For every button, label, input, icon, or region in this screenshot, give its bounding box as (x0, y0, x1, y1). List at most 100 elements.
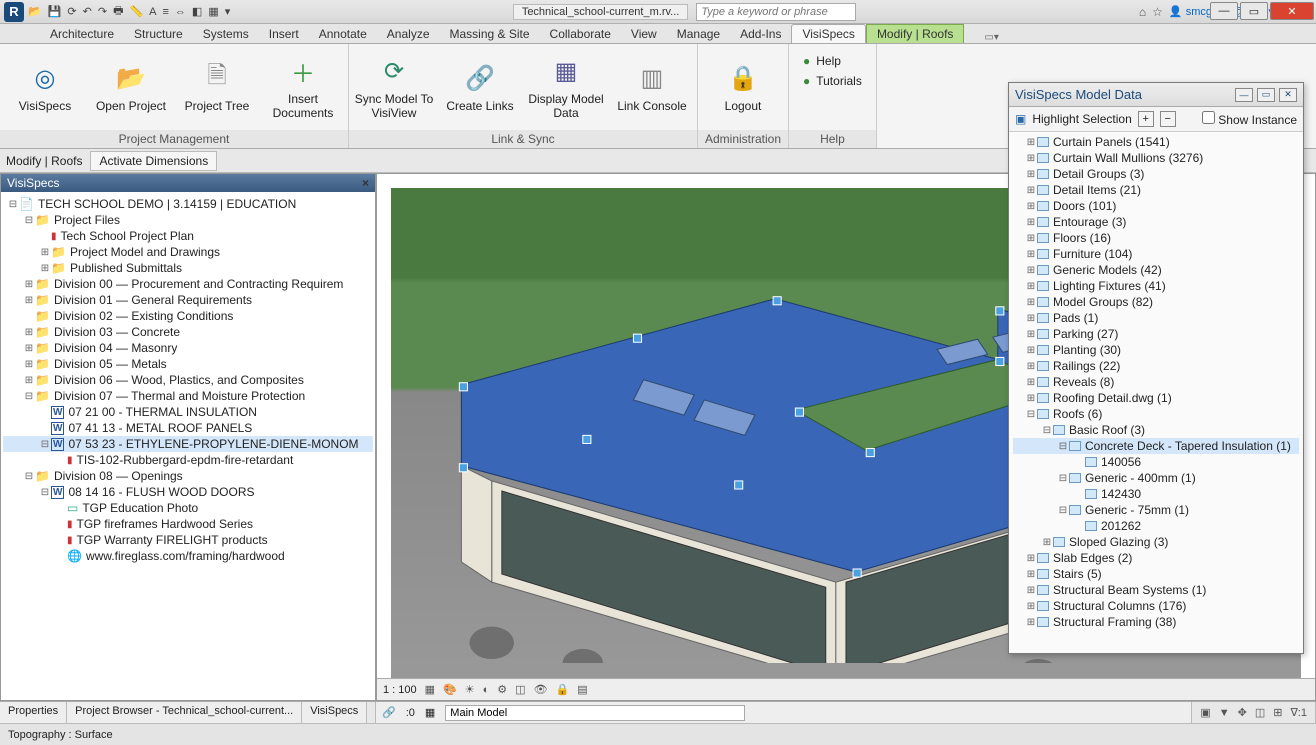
reveal-icon[interactable]: ▤ (577, 683, 587, 696)
tree-item[interactable]: ⊞📁Published Submittals (3, 260, 373, 276)
model-tree-item[interactable]: ⊞Doors (101) (1013, 198, 1299, 214)
ribbon-link-console[interactable]: ▥Link Console (609, 48, 695, 126)
tree-root[interactable]: ⊟📄 TECH SCHOOL DEMO | 3.14159 | EDUCATIO… (3, 196, 373, 212)
style-icon[interactable]: 🎨 (443, 683, 457, 696)
tree-item[interactable]: ⊞📁Division 05 — Metals (3, 356, 373, 372)
model-tree-item[interactable]: ⊞Planting (30) (1013, 342, 1299, 358)
model-tree-item[interactable]: ⊞Sloped Glazing (3) (1013, 534, 1299, 550)
model-tree-item[interactable]: ⊞Curtain Wall Mullions (3276) (1013, 150, 1299, 166)
menu-tab-manage[interactable]: Manage (667, 25, 730, 43)
model-tree-item[interactable]: ⊞Structural Beam Systems (1) (1013, 582, 1299, 598)
measure-icon[interactable]: 📏 (129, 5, 143, 18)
highlight-icon[interactable]: ▣ (1015, 112, 1026, 126)
model-data-tree[interactable]: ⊞Curtain Panels (1541)⊞Curtain Wall Mull… (1009, 132, 1303, 653)
ribbon-toggle-icon[interactable]: ▭▾ (984, 32, 998, 43)
model-tree-item[interactable]: ⊞Railings (22) (1013, 358, 1299, 374)
crop-icon[interactable]: ◫ (515, 683, 525, 696)
tree-item[interactable]: ⊞📁Division 06 — Wood, Plastics, and Comp… (3, 372, 373, 388)
ribbon-tutorials[interactable]: ● Tutorials (803, 74, 862, 88)
tree-item[interactable]: ⊟📁Division 07 — Thermal and Moisture Pro… (3, 388, 373, 404)
ribbon-create-links[interactable]: 🔗Create Links (437, 48, 523, 126)
ribbon-visispecs[interactable]: ◎VisiSpecs (2, 48, 88, 126)
ribbon-logout[interactable]: 🔒Logout (700, 48, 786, 126)
tree-item[interactable]: ⊟W08 14 16 - FLUSH WOOD DOORS (3, 484, 373, 500)
select-icon[interactable]: ▣ (1200, 706, 1210, 719)
text-icon[interactable]: A (149, 6, 156, 18)
tree-item[interactable]: W07 21 00 - THERMAL INSULATION (3, 404, 373, 420)
tree-item[interactable]: ▮TIS-102-Rubbergard-epdm-fire-retardant (3, 452, 373, 468)
sun-icon[interactable]: ☀ (465, 683, 475, 696)
model-tree-item[interactable]: 201262 (1013, 518, 1299, 534)
model-tree-item[interactable]: ⊞Reveals (8) (1013, 374, 1299, 390)
panel-min-button[interactable]: — (1235, 88, 1253, 102)
undo-icon[interactable]: ↶ (83, 5, 92, 18)
menu-tab-analyze[interactable]: Analyze (377, 25, 440, 43)
ribbon-insert-documents[interactable]: ＋Insert Documents (260, 48, 346, 126)
model-tree-item[interactable]: ⊟Basic Roof (3) (1013, 422, 1299, 438)
maximize-button[interactable]: ▭ (1240, 2, 1268, 20)
dimension-icon[interactable]: ⇔ (175, 6, 186, 18)
menu-tab-modify-roofs[interactable]: Modify | Roofs (866, 24, 964, 43)
model-tree-item[interactable]: 142430 (1013, 486, 1299, 502)
menu-tab-systems[interactable]: Systems (193, 25, 259, 43)
tree-item[interactable]: ⊟W07 53 23 - ETHYLENE-PROPYLENE-DIENE-MO… (3, 436, 373, 452)
tree-item[interactable]: ▮TGP fireframes Hardwood Series (3, 516, 373, 532)
menu-tab-view[interactable]: View (621, 25, 667, 43)
model-tree-item[interactable]: ⊟Concrete Deck - Tapered Insulation (1) (1013, 438, 1299, 454)
model-tree-item[interactable]: ⊞Slab Edges (2) (1013, 550, 1299, 566)
tree-item[interactable]: ▭TGP Education Photo (3, 500, 373, 516)
tree-item[interactable]: ⊞📁Division 01 — General Requirements (3, 292, 373, 308)
menu-tab-structure[interactable]: Structure (124, 25, 193, 43)
model-tree-item[interactable]: ⊞Curtain Panels (1541) (1013, 134, 1299, 150)
menu-tab-collaborate[interactable]: Collaborate (540, 25, 621, 43)
tree-item[interactable]: ⊞📁Division 03 — Concrete (3, 324, 373, 340)
apps-icon[interactable]: ⌂ (1139, 5, 1146, 19)
bottom-tab-properties[interactable]: Properties (0, 702, 67, 723)
model-tree-item[interactable]: ⊞Model Groups (82) (1013, 294, 1299, 310)
tree-item[interactable]: ⊞📁Division 04 — Masonry (3, 340, 373, 356)
panel-max-button[interactable]: ▭ (1257, 88, 1275, 102)
ribbon-open-project[interactable]: 📂Open Project (88, 48, 174, 126)
close-button[interactable]: ✕ (1270, 2, 1314, 20)
open-icon[interactable]: 📂 (28, 5, 42, 18)
ribbon-display-model-data[interactable]: ▦Display Model Data (523, 48, 609, 126)
shadow-icon[interactable]: ◐ (483, 684, 490, 696)
menu-tab-annotate[interactable]: Annotate (309, 25, 377, 43)
tree-item[interactable]: W07 41 13 - METAL ROOF PANELS (3, 420, 373, 436)
panel-close-icon[interactable]: × (362, 176, 369, 190)
link-icon[interactable]: 🔗 (382, 706, 396, 719)
project-tree[interactable]: ⊟📄 TECH SCHOOL DEMO | 3.14159 | EDUCATIO… (1, 192, 375, 700)
show-instance-checkbox[interactable] (1202, 111, 1215, 124)
favorite-icon[interactable]: ☆ (1152, 5, 1163, 19)
model-tree-item[interactable]: ⊞Generic Models (42) (1013, 262, 1299, 278)
save-icon[interactable]: 💾 (48, 5, 62, 18)
tree-item[interactable]: 📁Division 02 — Existing Conditions (3, 308, 373, 324)
model-tree-item[interactable]: ⊟Generic - 400mm (1) (1013, 470, 1299, 486)
sync-icon[interactable]: ⟳ (67, 5, 76, 18)
tree-item[interactable]: ⊟📁Division 08 — Openings (3, 468, 373, 484)
model-tree-item[interactable]: ⊞Detail Groups (3) (1013, 166, 1299, 182)
model-tree-item[interactable]: ⊞Entourage (3) (1013, 214, 1299, 230)
collapse-all-button[interactable]: − (1160, 111, 1176, 127)
section-icon[interactable]: ▦ (208, 5, 218, 18)
ribbon-project-tree[interactable]: 🗎Project Tree (174, 48, 260, 126)
tree-item[interactable]: ▮TGP Warranty FIRELIGHT products (3, 532, 373, 548)
tree-item[interactable]: ▮Tech School Project Plan (3, 228, 373, 244)
tree-item[interactable]: ⊞📁Project Model and Drawings (3, 244, 373, 260)
model-tree-item[interactable]: ⊟Roofs (6) (1013, 406, 1299, 422)
panel-close-button[interactable]: ✕ (1279, 88, 1297, 102)
ribbon-sync-model-to-visiview[interactable]: ⟳Sync Model To VisiView (351, 48, 437, 126)
filter-icon[interactable]: ▼ (1219, 707, 1230, 719)
bottom-tab-visispecs[interactable]: VisiSpecs (302, 702, 367, 723)
model-tree-item[interactable]: ⊞Roofing Detail.dwg (1) (1013, 390, 1299, 406)
model-tree-item[interactable]: 140056 (1013, 454, 1299, 470)
expand-all-button[interactable]: + (1138, 111, 1154, 127)
ribbon-help[interactable]: ● Help (803, 54, 862, 68)
model-tree-item[interactable]: ⊟Generic - 75mm (1) (1013, 502, 1299, 518)
menu-tab-visispecs[interactable]: VisiSpecs (791, 24, 865, 43)
funnel-icon[interactable]: ∇:1 (1290, 706, 1307, 719)
render-icon[interactable]: ⚙ (497, 683, 507, 696)
model-tree-item[interactable]: ⊞Lighting Fixtures (41) (1013, 278, 1299, 294)
redo-icon[interactable]: ↷ (98, 5, 107, 18)
menu-tab-insert[interactable]: Insert (259, 25, 309, 43)
